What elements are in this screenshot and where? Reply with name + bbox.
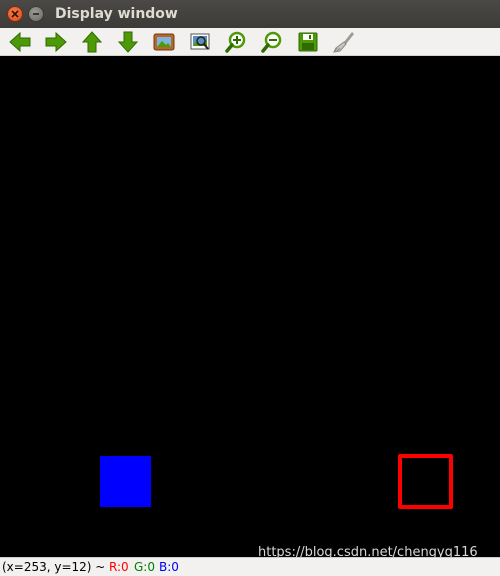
pan-down-button[interactable] (116, 30, 140, 54)
close-button[interactable] (7, 6, 23, 22)
arrow-right-icon (45, 31, 67, 53)
zoom-original-button[interactable] (188, 30, 212, 54)
window-title: Display window (55, 6, 178, 22)
pixel-green-value: G:0 (134, 560, 155, 574)
pixel-blue-value: B:0 (159, 560, 179, 574)
pixel-red-value: R:0 (109, 560, 129, 574)
title-bar: Display window (0, 0, 500, 28)
minimize-button[interactable] (28, 6, 44, 22)
blue-filled-square (100, 456, 151, 507)
zoom-out-icon (261, 31, 282, 53)
zoom-out-button[interactable] (260, 30, 284, 54)
image-icon (153, 33, 175, 51)
toolbar (0, 28, 500, 56)
pan-up-button[interactable] (80, 30, 104, 54)
zoom-in-icon (225, 31, 246, 53)
zoom-image-icon (190, 33, 210, 50)
save-icon (298, 32, 318, 52)
arrow-down-icon (117, 31, 139, 53)
status-bar: (x=253, y=12) ~ R:0 G:0 B:0 (0, 557, 500, 576)
image-canvas[interactable] (0, 56, 500, 557)
brush-icon (333, 32, 354, 53)
pan-right-button[interactable] (44, 30, 68, 54)
pan-left-button[interactable] (8, 30, 32, 54)
properties-button[interactable] (332, 30, 356, 54)
save-button[interactable] (296, 30, 320, 54)
arrow-left-icon (9, 31, 31, 53)
zoom-to-fit-button[interactable] (152, 30, 176, 54)
cursor-coordinates: (x=253, y=12) ~ (2, 560, 106, 574)
zoom-in-button[interactable] (224, 30, 248, 54)
arrow-up-icon (81, 31, 103, 53)
close-icon (11, 10, 19, 18)
red-outlined-square (398, 454, 453, 509)
